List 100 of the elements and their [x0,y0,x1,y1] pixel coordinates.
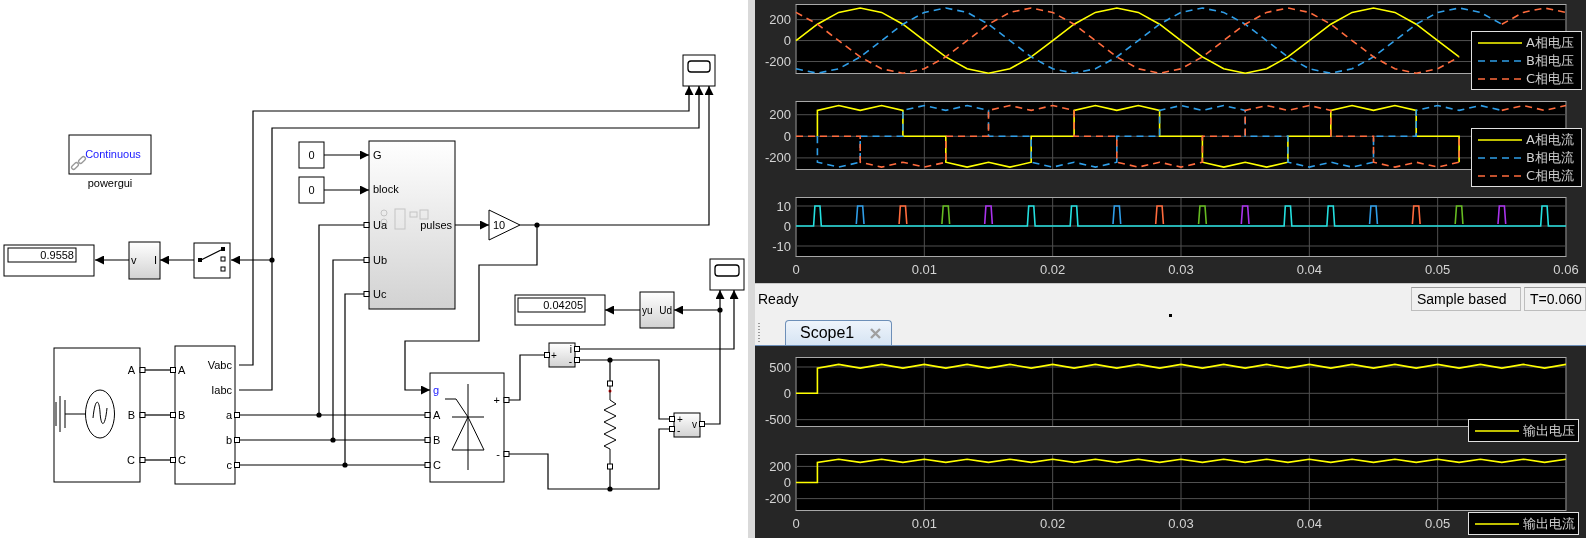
splitter-handle[interactable] [1169,314,1172,317]
ud-block [639,291,675,329]
axis-tick-label: 0 [792,516,800,531]
status-field: T=0.060 [1524,286,1586,311]
gain-value: 10 [493,219,506,231]
port-label: A [433,409,441,421]
status-text: Ready [757,290,800,307]
port-label: i [569,344,572,355]
port-label: yu [642,305,653,316]
port-label: I [153,254,157,266]
axis-tick-label: 0.03 [1168,516,1194,531]
port-label: g [433,384,440,396]
axis-tick-label: 200 [769,458,791,474]
display-field [7,247,77,263]
legend-label: A相电流 [1526,130,1574,149]
signal-line [159,255,195,265]
axis-tick-label: 0.05 [1425,262,1451,277]
junction-dot [330,437,336,443]
ground-icon [55,395,87,433]
junction-dot [607,486,613,492]
scope-block [709,258,745,291]
scope-tab[interactable]: Scope1 [785,320,892,345]
connection-line [144,369,172,371]
legend-line-icon [1478,137,1522,142]
axis-tick-label: -500 [764,412,791,428]
block-caption: powergui [87,177,133,189]
port-label: v [692,419,697,430]
port-label: B [433,434,441,446]
port-label: b [225,434,232,446]
constant-block [298,176,325,204]
axis-tick-label: 0 [783,218,791,234]
axis-tick-label: 0 [783,33,791,49]
legend-line-icon [1478,155,1522,160]
legend-label: C相电压 [1526,69,1575,88]
close-icon[interactable] [870,327,882,339]
legend-label: B相电流 [1526,148,1574,167]
axis-tick-label: 0.03 [1168,262,1194,277]
junction-dot [269,257,275,263]
port-label: C [178,454,186,466]
axis-tick-label: 0.02 [1040,262,1066,277]
junction-dot [534,222,540,228]
display-field [517,297,586,313]
axis-tick-label: 0.04 [1296,262,1322,277]
constant-block [298,141,325,169]
legend-line-icon [1478,40,1522,45]
constant-value: 0 [308,184,315,196]
sine-source-icon [85,389,115,439]
legend-line-icon [1475,428,1519,433]
status-field: Sample based [1411,286,1521,311]
port-label: + [551,350,557,361]
port-label: v [131,254,137,266]
display-value: 0.04205 [543,299,583,311]
axis-tick-label: 200 [769,107,791,123]
legend-line-icon [1478,173,1522,178]
port-label: A [178,364,186,376]
port-label: C [127,454,135,466]
axis-tick-label: -200 [764,150,791,166]
junction-dot [342,462,348,468]
axis-tick-label: 0.02 [1040,516,1066,531]
legend-label: 输出电压 [1523,421,1575,440]
converter-block [128,241,161,280]
legend-line-icon [1475,521,1519,526]
legend-label: B相电压 [1526,51,1574,70]
axis-tick-label: 10 [776,198,791,214]
axis-tick-label: 0 [792,262,800,277]
port-label: a [225,409,232,421]
axis-tick-label: 0.01 [911,262,937,277]
port-label: B [178,409,186,421]
port-label: C [433,459,441,471]
port-label: Ud [659,305,672,316]
current-meter-block [544,342,580,368]
scope-block [682,54,716,87]
port-label: - [496,448,500,460]
connection-line [508,354,546,401]
grip-handle[interactable] [758,321,761,342]
constant-value: 0 [308,149,315,161]
axis-tick-label: 0.05 [1425,516,1451,531]
signal-line [94,255,130,265]
junction-dot [316,412,322,418]
port-label: - [677,425,681,436]
port-label: c [226,459,232,471]
legend-line-icon [1478,58,1522,63]
display-value: 0.9558 [40,249,74,261]
port-label: Ub [373,254,388,266]
legend-label: C相电流 [1526,166,1575,185]
thyristor-icon [444,383,485,471]
axis-tick-label: 0.04 [1296,516,1322,531]
switch-block [193,242,231,279]
port-label: Iabc [211,384,232,396]
axis-tick-label: 0 [783,475,791,490]
axis-tick-label: -10 [772,238,791,254]
axis-tick-label: -200 [764,54,791,70]
legend-label: A相电压 [1526,33,1574,52]
axis-tick-label: 500 [769,359,791,375]
axis-tick-label: 200 [769,12,791,28]
junction-dot [717,307,723,313]
voltage-meter-block [669,412,705,438]
axis-tick-label: 0 [783,128,791,144]
broken-link-icon [70,155,87,171]
solver-mode-label: Continuous [85,148,141,160]
